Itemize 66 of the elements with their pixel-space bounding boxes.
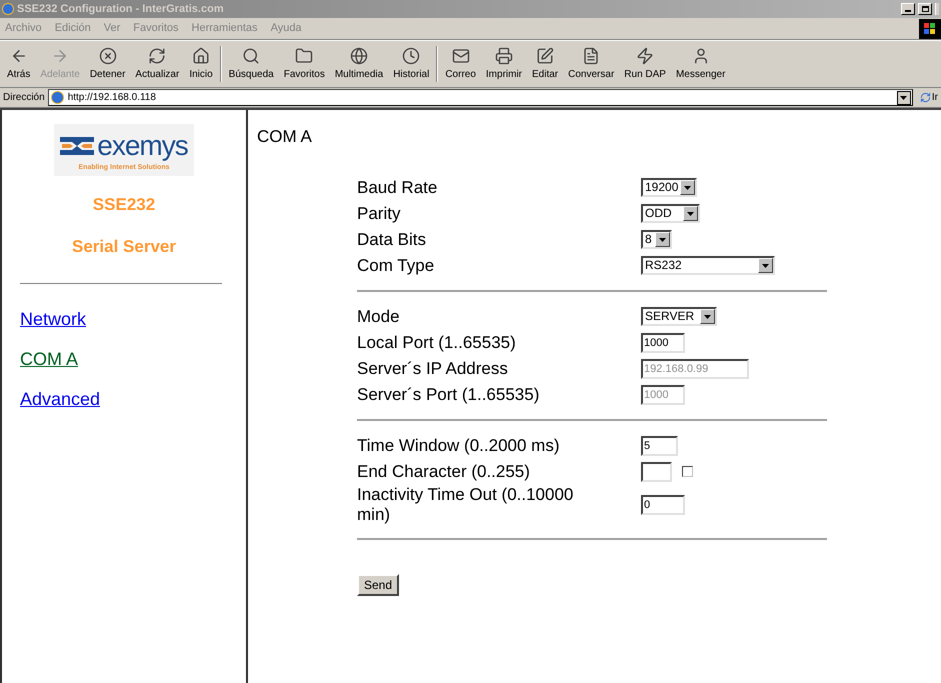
toolbar-button[interactable]: Correo	[440, 42, 481, 86]
field-label: Time Window (0..2000 ms)	[357, 436, 560, 456]
globe-icon	[350, 46, 368, 64]
checkbox[interactable]	[682, 466, 693, 477]
field-label: Inactivity Time Out (0..10000 min)	[357, 484, 574, 524]
browser-icon	[2, 3, 14, 15]
pencil-icon	[536, 46, 554, 64]
toolbar-button[interactable]: Multimedia	[330, 42, 388, 86]
text-field[interactable]	[641, 462, 672, 482]
text-field[interactable]: 1000	[641, 332, 685, 352]
window-title: SSE232 Configuration - InterGratis.com	[17, 2, 225, 17]
field-label: Com Type	[357, 256, 436, 276]
toolbar-button[interactable]: Búsqueda	[224, 42, 279, 86]
dropdown[interactable]: 8	[641, 230, 672, 249]
field-label: Data Bits	[357, 230, 427, 250]
toolbar-button[interactable]: Favoritos	[278, 42, 330, 86]
toolbar-button[interactable]: Conversar	[563, 42, 620, 86]
dropdown[interactable]: SERVER	[641, 307, 717, 326]
toolbar-button[interactable]: Detener	[84, 42, 130, 86]
toolbar-button[interactable]: Inicio	[184, 42, 218, 86]
refresh-icon	[148, 46, 166, 64]
logo-mark-icon	[60, 136, 94, 154]
printer-icon	[494, 46, 513, 64]
dropdown[interactable]: ODD	[641, 204, 700, 223]
document-icon	[582, 46, 600, 64]
nav-link[interactable]: Network	[20, 308, 100, 330]
field-label: Local Port (1..65535)	[357, 332, 517, 352]
address-field[interactable]: http://192.168.0.118	[48, 89, 913, 106]
minimize-button[interactable]	[901, 3, 915, 15]
toolbar-button[interactable]: Atrás	[2, 42, 36, 86]
product-name: SSE232	[92, 194, 156, 216]
field-label: End Character (0..255)	[357, 462, 531, 482]
toolbar-button[interactable]: Run DAP	[619, 42, 671, 86]
field-label: Baud Rate	[357, 178, 438, 198]
address-label: Dirección	[3, 91, 45, 105]
logo-wordmark: exemys	[97, 128, 188, 162]
toolbar-button[interactable]: Actualizar	[130, 42, 184, 86]
field-label: Mode	[357, 306, 401, 326]
home-icon	[192, 46, 210, 64]
nav-link[interactable]: COM A	[20, 348, 100, 370]
send-button[interactable]: Send	[357, 574, 400, 596]
lightning-icon	[636, 46, 654, 64]
field-label: Server´s Port (1..65535)	[357, 384, 540, 404]
toolbar-button[interactable]: Imprimir	[480, 42, 528, 86]
windows-logo-icon	[919, 18, 941, 38]
field-label: Parity	[357, 204, 402, 224]
product-subtitle: Serial Server	[72, 236, 176, 258]
folder-icon	[295, 46, 314, 64]
mail-icon	[452, 46, 470, 64]
refresh-icon	[920, 92, 931, 103]
clock-icon	[402, 46, 420, 64]
page-icon	[50, 91, 64, 104]
stop-icon	[98, 46, 117, 64]
toolbar-button[interactable]: Messenger	[670, 42, 730, 86]
dropdown[interactable]: RS232	[641, 256, 775, 275]
field-label: Server´s IP Address	[357, 358, 509, 378]
text-field[interactable]: 0	[641, 494, 685, 514]
restore-button[interactable]	[918, 3, 932, 15]
toolbar-button[interactable]: Editar	[527, 42, 564, 86]
search-icon	[242, 46, 260, 64]
go-button[interactable]: Ir	[916, 90, 939, 105]
dropdown[interactable]: 19200	[641, 178, 697, 197]
page-heading: COM A	[257, 126, 313, 148]
text-field[interactable]: 5	[641, 436, 678, 456]
toolbar-button[interactable]: Historial	[388, 42, 434, 86]
nav-link[interactable]: Advanced	[20, 388, 100, 410]
